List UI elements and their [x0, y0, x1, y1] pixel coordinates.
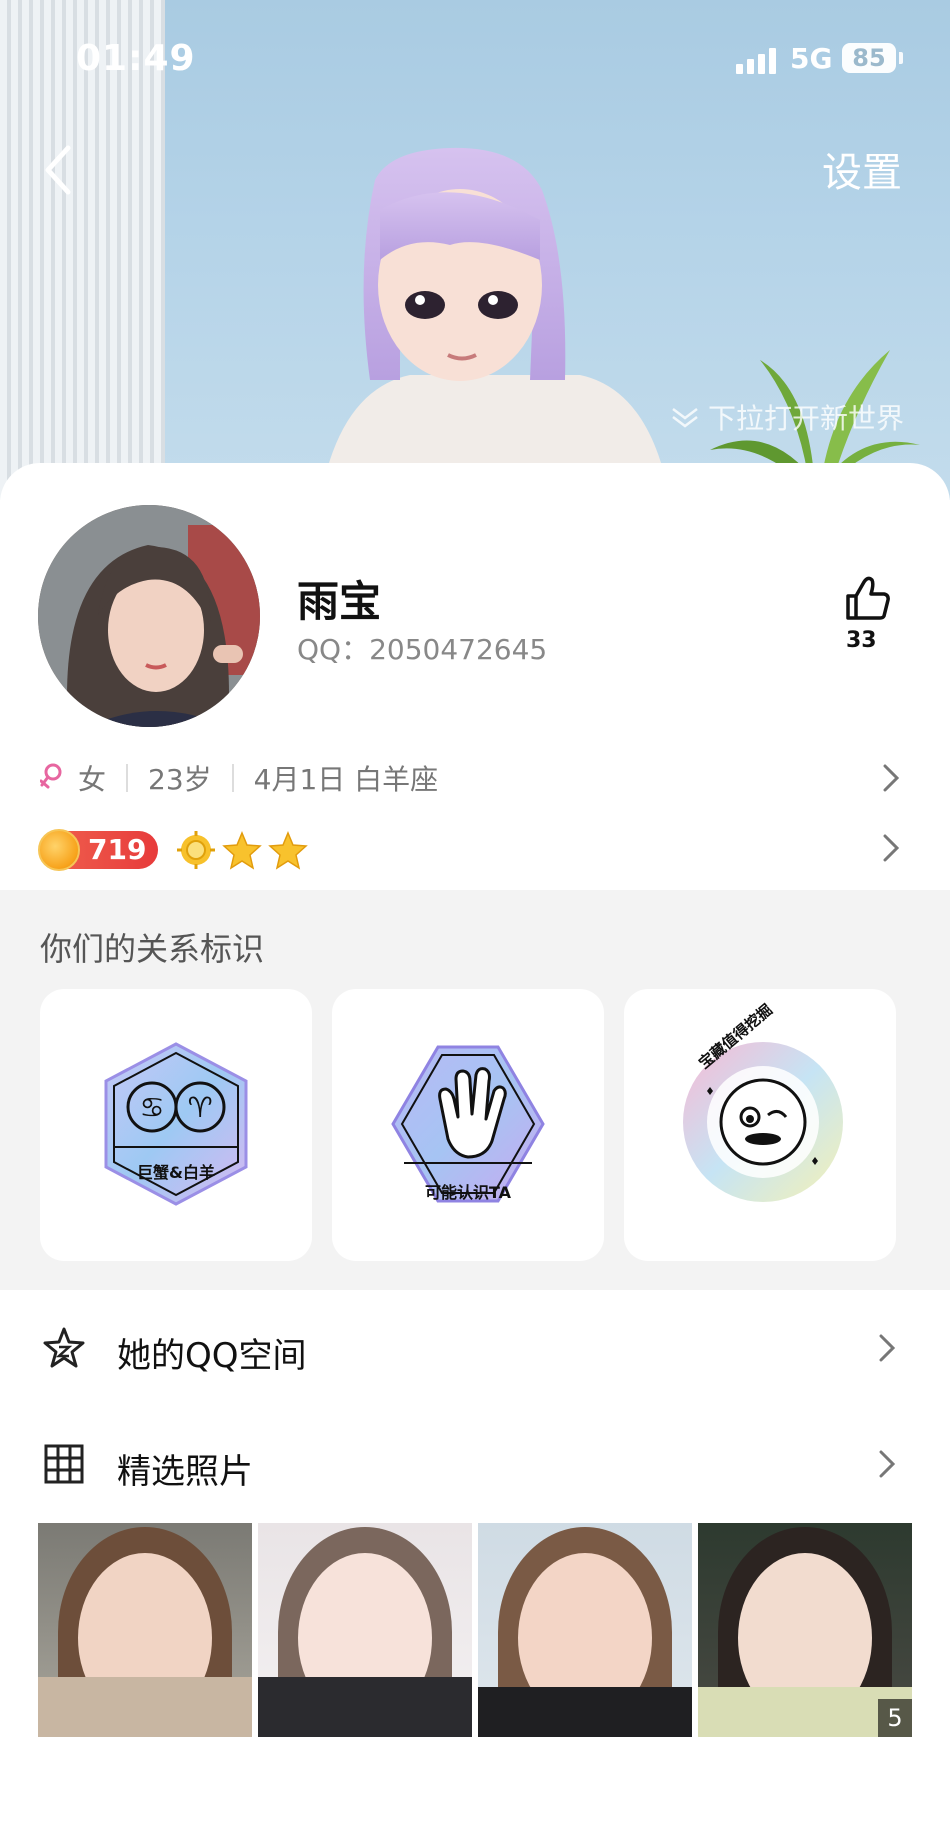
settings-button[interactable]: 设置: [822, 140, 902, 198]
qzone-entry[interactable]: 她的QQ空间: [0, 1298, 950, 1398]
battery-icon: 85: [842, 43, 896, 73]
grid-icon: [44, 1444, 84, 1484]
pull-down-hint[interactable]: 下拉打开新世界: [670, 397, 904, 437]
svg-text:♋: ♋: [139, 1091, 164, 1124]
avatar-photo: [38, 505, 260, 727]
relation-title: 你们的关系标识: [40, 930, 265, 968]
double-chevron-down-icon: [672, 408, 698, 428]
photo-thumbnail[interactable]: [258, 1523, 472, 1737]
star-icon: [222, 831, 262, 870]
nickname: 雨宝: [297, 577, 382, 626]
network-type: 5G: [790, 42, 833, 75]
birthday-text: 4月1日 白羊座: [253, 763, 439, 796]
status-bar: 01:49 5G 85: [0, 0, 950, 110]
vip-level-badge: 719: [38, 829, 158, 871]
star-outline-icon: [43, 1327, 85, 1368]
profile-info-row[interactable]: 女 23岁 4月1日 白羊座: [40, 758, 438, 798]
age-text: 23岁: [148, 763, 212, 796]
featured-photos-entry[interactable]: 精选照片: [0, 1414, 950, 1514]
photo-thumbnail[interactable]: [38, 1523, 252, 1737]
badge-label: 可能认识TA: [424, 1183, 512, 1202]
signal-icon: [736, 48, 776, 74]
qq-number: QQ：2050472645: [297, 633, 548, 666]
photo-strip: 5: [38, 1523, 912, 1737]
level-icons: [176, 830, 308, 870]
avatar[interactable]: [38, 505, 260, 727]
photo-thumbnail[interactable]: 5: [698, 1523, 912, 1737]
female-icon: [40, 763, 62, 789]
qq-level-row[interactable]: 719: [38, 828, 308, 872]
relation-badge-treasure[interactable]: 宝藏值得挖掘: [624, 989, 896, 1261]
photo-thumbnail[interactable]: [478, 1523, 692, 1737]
relation-badge-zodiac[interactable]: ♋ ♈ 巨蟹&白羊: [40, 989, 312, 1261]
chevron-right-icon: [879, 1450, 896, 1478]
chevron-right-icon: [879, 1334, 896, 1362]
thumbs-up-icon[interactable]: [840, 572, 894, 626]
badge-label: 巨蟹&白羊: [137, 1163, 215, 1182]
star-icon: [268, 831, 308, 870]
gold-coin-icon: [38, 829, 80, 871]
gender-text: 女: [78, 763, 107, 796]
sun-icon: [177, 831, 215, 869]
relation-section: 你们的关系标识 ♋ ♈ 巨蟹&白羊 可能认识TA 宝藏值得挖掘: [0, 890, 950, 1290]
zodiac-cancer-aries-icon: ♋ ♈: [104, 1042, 248, 1206]
divider: [126, 764, 129, 792]
chevron-right-icon[interactable]: [880, 762, 902, 794]
chevron-right-icon[interactable]: [880, 832, 902, 864]
qzone-label: 她的QQ空间: [117, 1336, 307, 1376]
like-count: 33: [846, 628, 877, 653]
photo-count-badge: 5: [878, 1699, 912, 1737]
vip-level-value: 719: [88, 833, 147, 866]
status-time: 01:49: [76, 38, 196, 79]
3d-avatar-illustration[interactable]: [280, 140, 700, 500]
divider: [231, 764, 234, 792]
relation-badge-may-know[interactable]: 可能认识TA: [332, 989, 604, 1261]
svg-text:♈: ♈: [187, 1091, 212, 1124]
featured-photos-label: 精选照片: [117, 1452, 253, 1492]
pull-hint-text: 下拉打开新世界: [708, 402, 905, 435]
back-arrow-icon[interactable]: [38, 140, 78, 200]
battery-tip: [899, 52, 903, 64]
